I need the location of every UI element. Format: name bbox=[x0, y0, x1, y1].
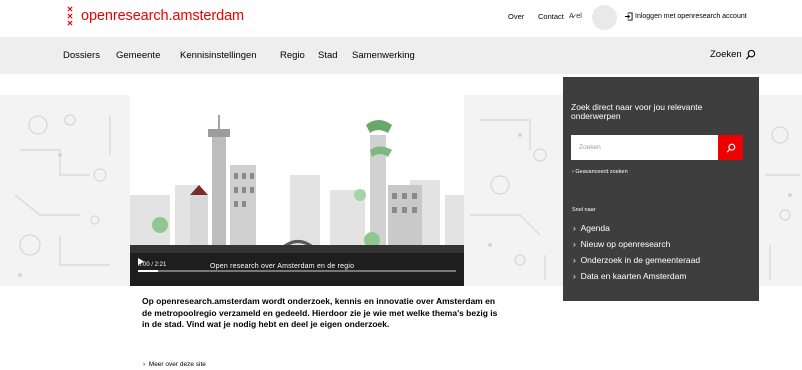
chevron-right-icon: › bbox=[573, 223, 581, 233]
chevron-right-icon: › bbox=[573, 239, 581, 249]
login-icon bbox=[624, 12, 633, 21]
search-input[interactable] bbox=[571, 135, 718, 160]
site-header: ✕ ✕ ✕ openresearch.amsterdam Over Contact … bbox=[0, 0, 802, 37]
search-link[interactable]: Zoeken bbox=[710, 49, 756, 60]
quick-link-nieuw[interactable]: › Nieuw op openresearch bbox=[573, 239, 670, 249]
search-panel: Zoek direct naar voor jou relevante onde… bbox=[563, 77, 759, 301]
avatar[interactable] bbox=[592, 5, 617, 30]
search-button[interactable] bbox=[718, 135, 743, 160]
video-player[interactable]: 0:00 / 2:21 Open research over Amsterdam… bbox=[130, 95, 464, 286]
quick-link-label: Onderzoek in de gemeenteraad bbox=[580, 255, 701, 265]
quick-link-data-kaarten[interactable]: › Data en kaarten Amsterdam bbox=[573, 271, 686, 281]
translate-toggle[interactable]: A̷ el bbox=[569, 11, 582, 20]
main-nav: Dossiers Gemeente Kennisinstellingen Reg… bbox=[0, 37, 802, 74]
nav-item-kennisinstellingen[interactable]: Kennisinstellingen bbox=[180, 50, 257, 61]
nav-link-over[interactable]: Over bbox=[508, 12, 524, 21]
nav-item-dossiers[interactable]: Dossiers bbox=[63, 50, 100, 61]
nav-item-samenwerking[interactable]: Samenwerking bbox=[352, 50, 415, 61]
login-button[interactable]: Inloggen met openresearch account bbox=[624, 12, 747, 21]
search-icon bbox=[726, 143, 735, 153]
intro-text: Op openresearch.amsterdam wordt onderzoe… bbox=[142, 296, 498, 329]
quick-link-agenda[interactable]: › Agenda bbox=[573, 223, 610, 233]
quick-link-label: Nieuw op openresearch bbox=[580, 239, 671, 249]
search-box bbox=[571, 135, 718, 160]
play-icon[interactable] bbox=[138, 258, 144, 265]
panel-title: Zoek direct naar voor jou relevante onde… bbox=[571, 102, 703, 121]
search-icon bbox=[745, 49, 755, 60]
quick-link-label: Agenda bbox=[580, 223, 610, 233]
nav-link-contact[interactable]: Contact bbox=[538, 12, 564, 21]
advanced-search-label: Geavanceerd zoeken bbox=[575, 169, 628, 175]
login-label: Inloggen met openresearch account bbox=[635, 13, 747, 20]
chevron-right-icon: › bbox=[573, 255, 581, 265]
city-illustration-icon bbox=[130, 95, 464, 286]
chevron-right-icon: › bbox=[573, 271, 581, 281]
more-about-label: Meer over deze site bbox=[148, 361, 206, 368]
site-brand[interactable]: openresearch.amsterdam bbox=[81, 8, 244, 24]
nav-item-stad[interactable]: Stad bbox=[318, 50, 338, 61]
search-link-label: Zoeken bbox=[710, 49, 742, 60]
advanced-search-link[interactable]: › Geavanceerd zoeken bbox=[572, 169, 628, 175]
nav-item-regio[interactable]: Regio bbox=[280, 50, 305, 61]
more-about-link[interactable]: › Meer over deze site bbox=[143, 361, 206, 368]
quick-links-label: Snel naar bbox=[572, 207, 596, 213]
amsterdam-logo-icon[interactable]: ✕ ✕ ✕ bbox=[66, 6, 74, 28]
quick-link-gemeenteraad[interactable]: › Onderzoek in de gemeenteraad bbox=[573, 255, 700, 265]
video-caption: Open research over Amsterdam en de regio bbox=[210, 263, 355, 270]
quick-link-label: Data en kaarten Amsterdam bbox=[580, 271, 687, 281]
video-controls: 0:00 / 2:21 bbox=[138, 258, 166, 272]
nav-item-gemeente[interactable]: Gemeente bbox=[116, 50, 160, 61]
